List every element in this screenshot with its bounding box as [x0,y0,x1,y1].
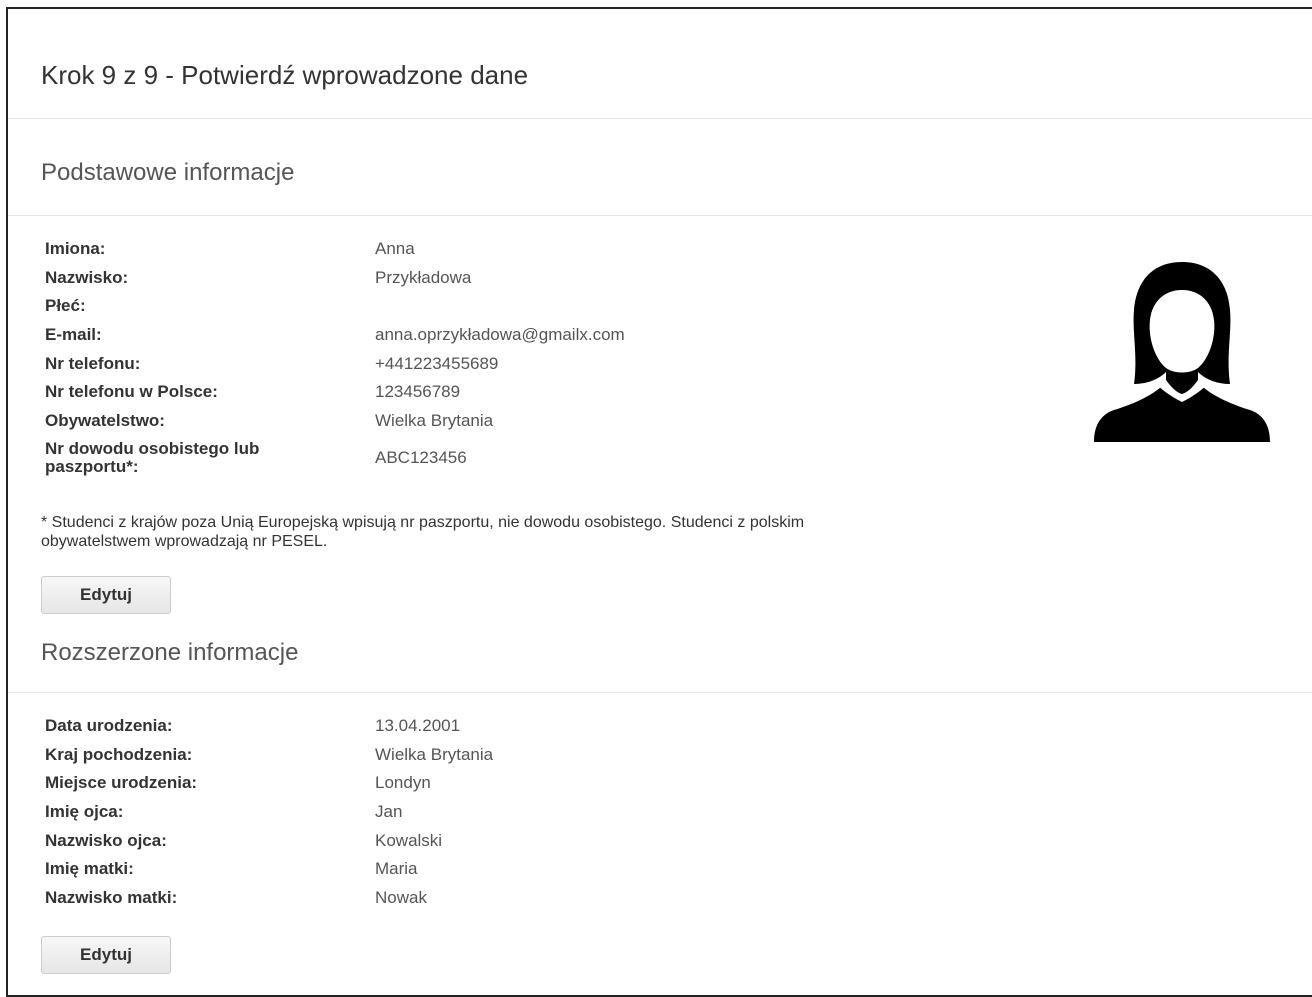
country-of-origin-value: Wielka Brytania [375,744,494,764]
mother-first-name-label: Imię matki: [45,859,134,879]
mother-last-name-label: Nazwisko matki: [45,887,178,907]
table-row-citizenship: Obywatelstwo: Wielka Brytania [45,407,625,436]
phone-poland-value: 123456789 [375,382,461,402]
table-row-first-names: Imiona: Anna [45,235,625,264]
table-row-email: E-mail: anna.oprzykładowa@gmailx.com [45,321,625,350]
first-names-value: Anna [375,239,415,259]
birth-place-label: Miejsce urodzenia: [45,773,198,793]
birth-date-value: 13.04.2001 [375,716,461,736]
citizenship-label: Obywatelstwo: [45,410,165,430]
id-note: * Studenci z krajów poza Unią Europejską… [41,514,805,550]
father-first-name-label: Imię ojca: [45,802,124,822]
edit-basic-button[interactable]: Edytuj [41,576,171,614]
id-number-label: Nr dowodu osobistego lub paszportu*: [45,439,260,477]
gender-value [375,292,625,321]
step-header: Krok 9 z 9 - Potwierdź wprowadzone dane [8,9,1312,119]
table-row-birth-date: Data urodzenia: 13.04.2001 [45,712,493,741]
edit-extended-button[interactable]: Edytuj [41,936,171,974]
summary-panel: Krok 9 z 9 - Potwierdź wprowadzone dane … [6,7,1312,997]
gender-label: Płeć: [45,296,86,316]
phone-value: +441223455689 [375,353,499,373]
basic-info-title: Podstawowe informacje [41,159,295,186]
extended-info-table: Data urodzenia: 13.04.2001 Kraj pochodze… [45,712,493,912]
father-last-name-label: Nazwisko ojca: [45,830,167,850]
table-row-phone: Nr telefonu: +441223455689 [45,349,625,378]
table-row-last-name: Nazwisko: Przykładowa [45,264,625,293]
email-value: anna.oprzykładowa@gmailx.com [375,325,625,345]
basic-info-table: Imiona: Anna Nazwisko: Przykładowa Płeć:… [45,235,625,481]
table-row-mother-first-name: Imię matki: Maria [45,855,493,884]
table-row-country-of-origin: Kraj pochodzenia: Wielka Brytania [45,741,493,770]
id-number-value: ABC123456 [375,448,467,468]
basic-info-header: Podstawowe informacje [8,118,1312,216]
extended-info-header: Rozszerzone informacje [8,615,1312,693]
country-of-origin-label: Kraj pochodzenia: [45,744,193,764]
birth-date-label: Data urodzenia: [45,716,173,736]
extended-info-title: Rozszerzone informacje [41,639,299,666]
table-row-mother-last-name: Nazwisko matki: Nowak [45,884,493,913]
email-label: E-mail: [45,325,102,345]
table-row-id-number: Nr dowodu osobistego lub paszportu*: ABC… [45,435,625,481]
phone-poland-label: Nr telefonu w Polsce: [45,382,218,402]
first-names-label: Imiona: [45,239,106,259]
birth-place-value: Londyn [375,773,431,793]
page-title: Krok 9 z 9 - Potwierdź wprowadzone dane [41,60,529,90]
table-row-phone-poland: Nr telefonu w Polsce: 123456789 [45,378,625,407]
last-name-label: Nazwisko: [45,267,129,287]
table-row-birth-place: Miejsce urodzenia: Londyn [45,769,493,798]
father-first-name-value: Jan [375,802,403,822]
last-name-value: Przykładowa [375,267,472,287]
female-user-silhouette-icon [1094,262,1270,442]
mother-last-name-value: Nowak [375,887,427,907]
table-row-father-last-name: Nazwisko ojca: Kowalski [45,826,493,855]
father-last-name-value: Kowalski [375,830,443,850]
table-row-gender: Płeć: [45,292,625,321]
citizenship-value: Wielka Brytania [375,410,494,430]
mother-first-name-value: Maria [375,859,418,879]
table-row-father-first-name: Imię ojca: Jan [45,798,493,827]
phone-label: Nr telefonu: [45,353,141,373]
